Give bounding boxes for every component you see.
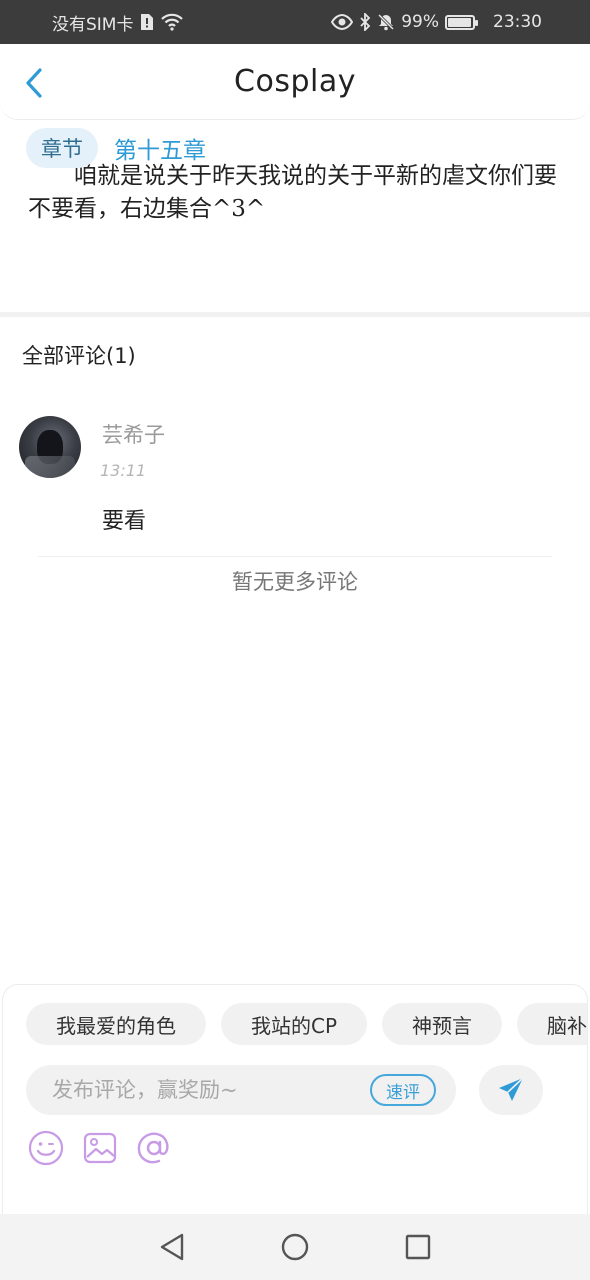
- page-header: Cosplay: [0, 44, 590, 120]
- composer-tools: [27, 1129, 173, 1167]
- status-left: 没有SIM卡: [52, 10, 184, 35]
- comments-heading: 全部评论(1): [22, 344, 136, 368]
- chapter-tag: 章节: [26, 128, 98, 168]
- chip-favorite-character[interactable]: 我最爱的角色: [26, 1003, 206, 1045]
- send-icon: [499, 1077, 524, 1101]
- chip-imagination[interactable]: 脑补: [517, 1003, 587, 1045]
- image-icon[interactable]: [81, 1129, 119, 1167]
- back-button[interactable]: [18, 66, 50, 100]
- comment-username[interactable]: 芸希子: [102, 419, 165, 449]
- post-text: 咱就是说关于昨天我说的关于平新的虐文你们要不要看，右边集合^3^: [28, 163, 557, 222]
- clock: 23:30: [493, 12, 542, 32]
- section-divider: [0, 312, 590, 317]
- page-title: Cosplay: [234, 64, 356, 99]
- no-more-comments: 暂无更多评论: [232, 570, 358, 594]
- chip-prophecy[interactable]: 神预言: [382, 1003, 503, 1045]
- comment-input[interactable]: [52, 1065, 362, 1115]
- back-chevron-icon: [26, 68, 42, 98]
- status-right: 99% 23:30: [331, 12, 542, 32]
- bluetooth-icon: [359, 13, 371, 31]
- comment-text: 要看: [102, 509, 147, 534]
- triangle-back-icon: [160, 1233, 183, 1261]
- chapter-row: 章节 第十五章: [26, 128, 206, 168]
- list-divider: [38, 556, 552, 557]
- nav-back-button[interactable]: [150, 1225, 194, 1269]
- wifi-icon: [161, 13, 184, 31]
- comment-input-box: 速评: [26, 1065, 456, 1115]
- comment-item: 芸希子 13:11 要看: [0, 405, 590, 545]
- chapter-link[interactable]: 第十五章: [114, 131, 206, 165]
- emoji-icon[interactable]: [27, 1129, 65, 1167]
- nav-home-button[interactable]: [273, 1225, 317, 1269]
- mention-icon[interactable]: [135, 1129, 173, 1167]
- chip-my-cp[interactable]: 我站的CP: [221, 1003, 368, 1045]
- comment-composer: 我最爱的角色 我站的CP 神预言 脑补 速评: [2, 984, 588, 1214]
- mute-icon: [377, 13, 395, 31]
- status-bar: 没有SIM卡 99% 23:30: [0, 0, 590, 44]
- eye-icon: [331, 14, 354, 30]
- battery-icon: [445, 14, 478, 30]
- system-nav-bar: [0, 1214, 590, 1280]
- nav-recents-button[interactable]: [396, 1225, 440, 1269]
- battery-percent: 99%: [401, 12, 439, 32]
- sim-alert-icon: [139, 13, 155, 31]
- carrier-text: 没有SIM卡: [52, 14, 134, 35]
- comment-time: 13:11: [100, 461, 147, 480]
- topic-chips: 我最爱的角色 我站的CP 神预言 脑补: [26, 1003, 587, 1045]
- square-recents-icon: [406, 1234, 431, 1260]
- quick-comment-button[interactable]: 速评: [370, 1074, 436, 1106]
- avatar[interactable]: [19, 416, 81, 478]
- circle-home-icon: [281, 1233, 309, 1261]
- send-button[interactable]: [479, 1065, 543, 1115]
